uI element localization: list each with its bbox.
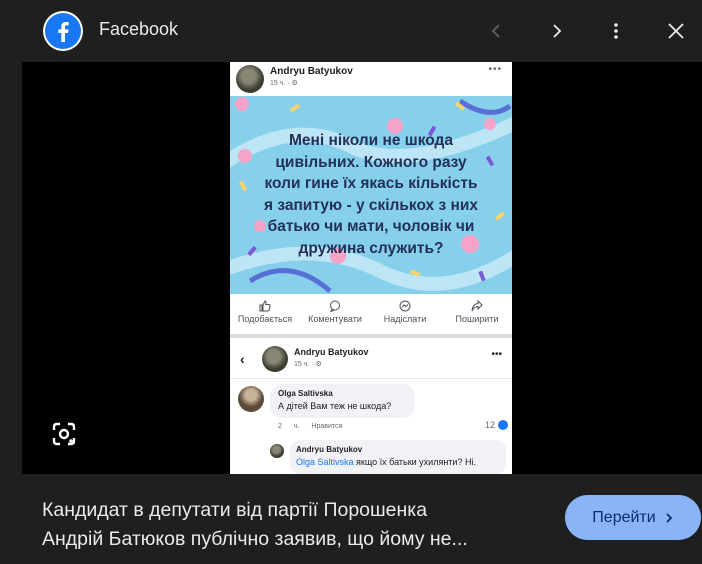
comments-more-icon: ••• — [491, 349, 502, 360]
post-author: Andryu Batyukov — [270, 66, 353, 77]
facebook-logo-icon[interactable] — [43, 11, 83, 51]
google-lens-icon — [52, 422, 76, 446]
chevron-right-icon — [666, 512, 672, 523]
visit-button[interactable]: Перейти — [565, 495, 701, 540]
comments-author: Andryu Batyukov — [294, 347, 369, 357]
post-header: Andryu Batyukov 15 ч. · ⚙ ••• — [230, 62, 512, 96]
comment-time: 2 ч. — [278, 423, 300, 430]
avatar — [236, 65, 264, 93]
comment-author: Olga Saltivska — [278, 389, 333, 398]
visit-button-label: Перейти — [592, 508, 656, 526]
reply-mention: Olga Saltivska — [296, 457, 354, 467]
comment-meta: 2 ч. Нравится — [278, 423, 342, 430]
more-options-button[interactable] — [599, 14, 633, 48]
share-action: Поширити — [442, 300, 512, 324]
comment-icon — [330, 300, 340, 312]
likes-count: 12 — [484, 420, 495, 430]
comment-bubble: Olga Saltivska А дітей Вам теж не шкода? — [270, 384, 415, 418]
reply-text: Olga Saltivska якщо їх батьки ухилянти? … — [296, 457, 476, 467]
lens-button[interactable] — [48, 418, 80, 450]
comment-like: Нравится — [311, 423, 343, 430]
like-reaction-icon — [498, 420, 508, 430]
post-more-icon: ••• — [488, 64, 502, 75]
top-bar: Facebook — [0, 0, 702, 62]
previous-button[interactable] — [479, 14, 513, 48]
comment-action: Коментувати — [300, 300, 370, 324]
post-banner: Мені ніколи не шкода цивільних. Кожного … — [230, 96, 512, 294]
send-action: Надіслати — [370, 300, 440, 324]
share-icon — [471, 300, 483, 312]
messenger-icon — [399, 300, 411, 312]
avatar — [238, 386, 264, 412]
avatar — [262, 346, 288, 372]
avatar — [270, 444, 284, 458]
like-action: Подобається — [230, 300, 300, 324]
next-button[interactable] — [540, 14, 574, 48]
comments-meta: 15 ч. · ⚙ — [294, 361, 322, 368]
preview-image[interactable]: Andryu Batyukov 15 ч. · ⚙ ••• Мені нікол… — [230, 62, 512, 474]
image-caption[interactable]: Кандидат в депутати від партії Порошенка… — [42, 496, 552, 554]
chevron-right-icon — [553, 24, 562, 38]
post-meta: 15 ч. · ⚙ — [270, 80, 298, 87]
back-arrow-icon: ‹ — [240, 351, 245, 367]
more-vert-icon — [614, 23, 618, 39]
reply-author: Andryu Batyukov — [296, 445, 363, 454]
comment-text: А дітей Вам теж не шкода? — [278, 401, 392, 411]
close-icon — [668, 23, 684, 39]
comment-likes: 12 — [485, 420, 508, 430]
close-button[interactable] — [659, 14, 693, 48]
banner-quote: Мені ніколи не шкода цивільних. Кожного … — [263, 132, 479, 257]
reply-bubble: Andryu Batyukov Olga Saltivska якщо їх б… — [290, 440, 506, 474]
comments-header: ‹ Andryu Batyukov 15 ч. · ⚙ ••• — [230, 338, 512, 379]
site-name[interactable]: Facebook — [99, 19, 178, 40]
thumb-up-icon — [259, 300, 271, 312]
post-actions: Подобається Коментувати Надіслати Пошири… — [230, 294, 512, 338]
chevron-left-icon — [491, 24, 500, 38]
